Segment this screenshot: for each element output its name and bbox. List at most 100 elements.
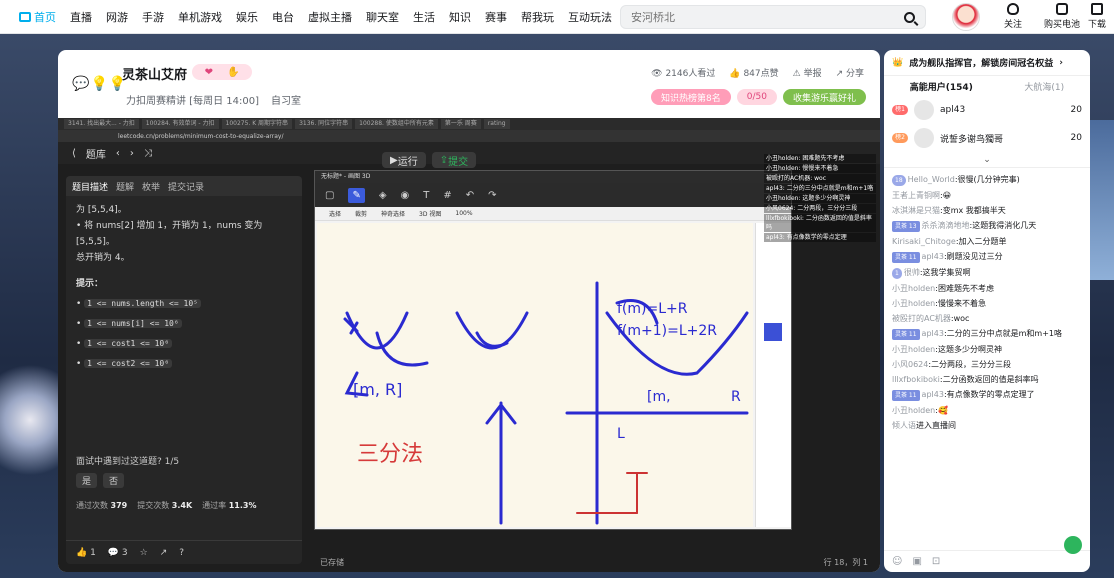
paint3d-window: 无标题* - 画图 3D ▢ ✎ ◈ ◉ T # ↶ ↷ 选择 裁剪 神奇选择 … [314,170,792,530]
danmu-user[interactable]: 小丑holden [892,345,935,354]
image-icon[interactable]: ▣ [912,556,921,567]
hint-text: 1 <= cost1 <= 10⁶ [84,339,173,348]
search-input[interactable] [631,10,904,24]
danmu-text: :🥰 [935,406,948,415]
like-icon: 👍 1 [76,547,96,558]
passed-value: 379 [110,501,128,510]
room-category[interactable]: 自习室 [271,92,301,107]
tab-fleet[interactable]: 大航海(1) [1024,80,1064,93]
collapse-toggle[interactable]: ⌄ [884,152,1090,168]
paint3d-title: 无标题* - 画图 3D [315,171,791,183]
nav-item-online-games[interactable]: 网游 [99,9,135,25]
shuffle-icon: ⤨ [143,147,152,159]
run-label: 运行 [397,156,418,168]
nav-item-home[interactable]: 首页 [12,9,63,25]
download-icon [1091,3,1103,15]
emoji-icon[interactable]: ☺ [892,556,902,567]
danmu-user[interactable]: 小丑holden [892,299,935,308]
rank-name: apl43 [940,105,966,115]
interview-count: 1/5 [164,457,180,467]
danmu-user[interactable]: 小丑holden [892,284,935,293]
danmu-user[interactable]: 冰淇淋是只猫 [892,206,940,215]
tab-solutions: 题解 [116,182,135,193]
overlay-line: 小丑holden: 困难题先不考虑 [764,154,876,163]
danmu-user[interactable]: 小风0624 [892,360,928,369]
tab-high-energy-users[interactable]: 高能用户(154) [910,80,973,93]
help-icon: ? [179,547,185,558]
rank-row[interactable]: 榜1 apl43 20 [884,96,1090,124]
share-button[interactable]: ↗ 分享 [836,66,864,79]
nav-item-entertainment[interactable]: 娱乐 [229,9,265,25]
rate-label: 通过率 [202,501,227,510]
report-button[interactable]: ⚠ 举报 [793,66,822,79]
nav-item-chatroom[interactable]: 聊天室 [359,9,406,25]
danmu-text: :很慢(几分钟完事) [954,175,1020,184]
danmu-user[interactable]: 杀杀滴滴地地 [922,221,970,230]
danmu-user[interactable]: 王者上青铜啊 [892,191,940,200]
rank-tag[interactable]: 知识热榜第8名 [651,89,731,105]
collect-tag[interactable]: 收集游乐赢好礼 [782,89,866,105]
nav-item-radio[interactable]: 电台 [265,9,301,25]
paint3d-toolbar: ▢ ✎ ◈ ◉ T # ↶ ↷ [315,183,791,207]
like-count[interactable]: 👍 847点赞 [729,66,778,79]
nav-item-mobile-games[interactable]: 手游 [135,9,171,25]
danmu-user[interactable]: Kirisaki_Chitoge [892,237,956,246]
handwriting-formula-1: f(m)=L+R [617,301,688,317]
fleet-banner-text: 成为舰队指挥官，解锁房间冠名权益 [909,59,1054,69]
nav-item-esports[interactable]: 赛事 [478,9,514,25]
danmu-text: :变mx 我都搞半天 [940,206,1006,215]
like-count-text: 847点赞 [743,69,779,79]
gift-progress-tag[interactable]: 0/50 [736,89,777,105]
room-badges[interactable]: ❤ ✋ [192,64,252,80]
fab-button[interactable] [1064,536,1082,554]
danmu-user[interactable]: 很帅 [904,268,920,277]
danmu-text: :刷题没见过三分 [943,252,1003,261]
search-icon[interactable] [904,11,915,23]
danmu-user[interactable]: apl43 [922,390,944,399]
danmu-user[interactable]: Hello_World [908,175,955,184]
fleet-banner[interactable]: 👑 成为舰队指挥官，解锁房间冠名权益 › [884,50,1090,76]
video-player[interactable]: 3141. 找出最大... - 力扣 100284. 有效单词 - 力扣 100… [58,118,880,572]
nav-item-knowledge[interactable]: 知识 [442,9,478,25]
nav-item-interactive[interactable]: 互动玩法 [561,9,619,25]
follow-button[interactable]: 关注 [1004,3,1022,30]
danmu-user[interactable]: 倾人语 [892,421,916,430]
submit-button: ⇪ 提交 [431,152,477,168]
handwriting-label-r: R [731,389,741,405]
nav-item-life[interactable]: 生活 [406,9,442,25]
danmu-user[interactable]: lllxfbokiboki [892,375,940,384]
overlay-line: apl43: 有点像数学的零点定理 [764,233,876,242]
chat-bubble-icon: 💬 [72,76,90,92]
nav-item-single-games[interactable]: 单机游戏 [171,9,229,25]
nav-item-live[interactable]: 直播 [63,9,99,25]
nav-item-help-play[interactable]: 帮我玩 [514,9,561,25]
danmu-text: :woc [950,314,970,323]
danmu-user[interactable]: apl43 [922,252,944,261]
danmu-item: 小丑holden:困难题先不考虑 [892,283,1082,294]
canvas-icon: # [443,189,452,201]
danmu-user[interactable]: apl43 [922,329,944,338]
nav-item-vtuber[interactable]: 虚拟主播 [301,9,359,25]
gift-icon[interactable]: ⊡ [932,556,940,567]
no-button: 否 [103,473,125,488]
danmu-user[interactable]: 被殴打的AC机器 [892,314,951,323]
comment-value: 3 [121,547,128,558]
search-box [620,5,926,29]
danmu-item: 倾人语进入直播间 [892,420,1082,431]
redo-icon: ↷ [488,189,497,201]
danmu-user[interactable]: 小丑holden [892,406,935,415]
problem-panel: 题目描述 题解 枚举 提交记录 为 [5,5,4]。 • 将 nums[2] 增… [66,176,302,564]
tv-icon [19,11,31,22]
browser-tab: 100288. 使数组中所有元素 [355,119,438,129]
rate-value: 11.3% [228,501,257,510]
level-badge: 18 [892,175,906,186]
buy-battery-button[interactable]: 购买电池 [1044,3,1080,30]
avatar [914,100,934,120]
hint-item: • 1 <= nums.length <= 10⁵ [76,296,292,312]
user-avatar[interactable] [952,3,980,31]
rank-badge: 榜2 [892,133,908,143]
tab-enumerate: 枚举 [142,182,161,193]
hint-item: • 1 <= cost1 <= 10⁶ [76,336,292,352]
rank-row[interactable]: 榜2 说誓多谢鸟獨哥 20 [884,124,1090,152]
download-button[interactable]: 下载 [1088,3,1106,30]
